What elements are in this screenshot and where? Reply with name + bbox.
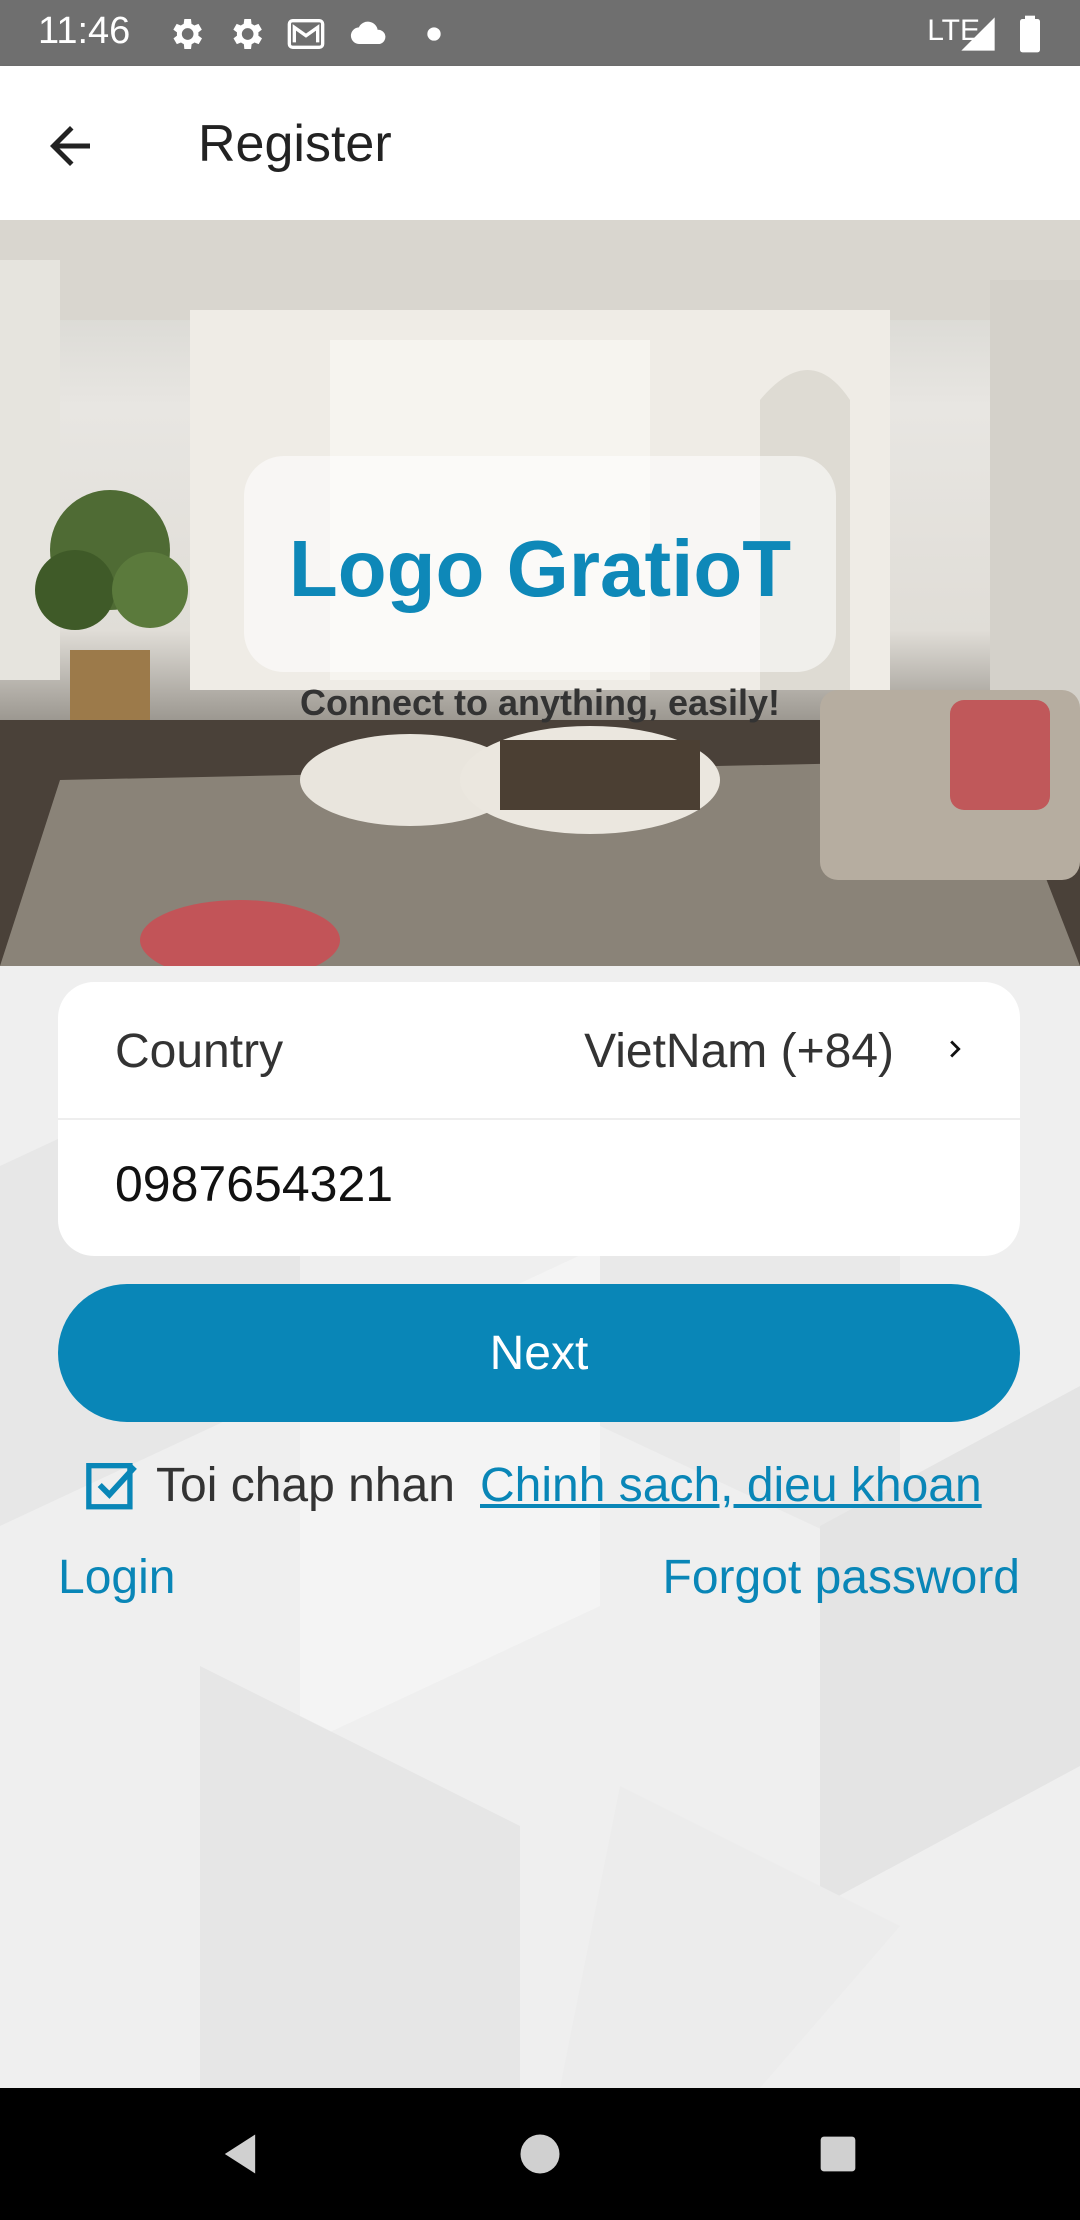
country-selector[interactable]: Country VietNam (+84)	[58, 982, 1020, 1118]
arrow-back-icon[interactable]	[40, 116, 100, 176]
nav-recents-icon[interactable]	[812, 2128, 864, 2180]
settings-icon	[233, 19, 262, 49]
nav-back-icon[interactable]	[214, 2128, 266, 2180]
cloud-icon	[350, 21, 386, 45]
dot-icon	[427, 27, 441, 41]
divider	[58, 1118, 1020, 1120]
terms-text: Toi chap nhan	[156, 1459, 455, 1512]
nav-home-icon[interactable]	[514, 2128, 566, 2180]
phone-number-input[interactable]	[115, 1144, 965, 1224]
app-bar: Register	[0, 66, 1080, 220]
page-title: Register	[198, 115, 392, 173]
tagline: Connect to anything, easily!	[299, 682, 781, 723]
login-link[interactable]: Login	[58, 1550, 175, 1605]
gmail-icon	[287, 19, 325, 49]
country-label: Country	[115, 1025, 284, 1078]
checkbox-checked-icon[interactable]	[84, 1456, 142, 1514]
country-value: VietNam (+84)	[584, 1025, 894, 1078]
battery-icon	[1020, 15, 1040, 53]
status-bar: 11:46 LTE	[0, 0, 1080, 66]
register-form-card: Country VietNam (+84)	[58, 982, 1020, 1256]
system-nav-bar	[0, 2088, 1080, 2220]
status-time: 11:46	[38, 10, 131, 52]
settings-icon	[173, 19, 202, 49]
hero-image: Logo GratioT Connect to anything, easily…	[0, 220, 1080, 966]
terms-policy-link[interactable]: Chinh sach, dieu khoan	[480, 1458, 982, 1513]
signal-icon	[961, 17, 995, 51]
chevron-right-icon	[950, 1040, 961, 1058]
forgot-password-link[interactable]: Forgot password	[663, 1550, 1021, 1605]
app-logo-text: Logo GratioT	[288, 524, 792, 613]
next-button[interactable]: Next	[58, 1284, 1020, 1422]
